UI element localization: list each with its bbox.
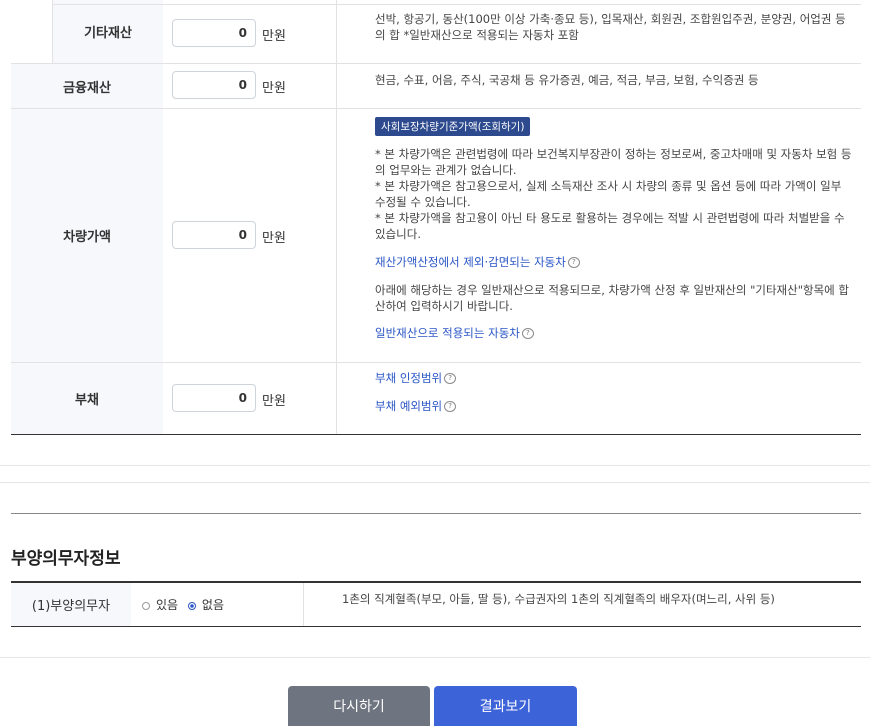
- dependent-label: (1)부양의무자: [11, 583, 131, 626]
- debt-scope-link[interactable]: 부채 인정범위 ?: [375, 370, 457, 386]
- vehicle-note-3: * 본 차량가액을 참고용이 아닌 타 용도로 활용하는 경우에는 적발 시 관…: [375, 211, 845, 241]
- section-divider: [0, 465, 870, 466]
- question-bubble-icon: ?: [444, 400, 457, 412]
- radio-icon: [142, 601, 150, 610]
- reset-button[interactable]: 다시하기: [288, 686, 430, 726]
- other-property-unit: 만원: [262, 29, 286, 44]
- dependent-radio-group: 있음 없음: [142, 596, 224, 613]
- vehicle-note-2: * 본 차량가액은 참고용으로서, 실제 소득재산 조사 시 차량의 종류 및 …: [375, 179, 842, 209]
- debt-unit: 만원: [262, 394, 286, 409]
- vehicle-price-lookup-button[interactable]: 사회보장차량기준가액(조회하기): [375, 117, 531, 136]
- vehicle-note-1: * 본 차량가액은 관련법령에 따라 보건복지부장관이 정하는 정보로써, 중고…: [375, 147, 852, 177]
- other-property-label: 기타재산: [53, 0, 163, 63]
- vehicle-unit: 만원: [262, 231, 286, 246]
- debt-label: 부채: [11, 363, 163, 434]
- dependent-section-title: 부양의무자정보: [11, 549, 121, 569]
- vehicle-general-note: 아래에 해당하는 경우 일반재산으로 적용되므로, 차량가액 산정 후 일반재산…: [375, 283, 849, 313]
- result-button[interactable]: 결과보기: [434, 686, 577, 726]
- excluded-vehicle-link-label: 재산가액산정에서 제외·감면되는 자동차: [375, 255, 566, 269]
- dependent-yes-option[interactable]: 있음: [142, 598, 182, 612]
- section-divider: [0, 657, 870, 658]
- financial-label: 금융재산: [11, 64, 163, 108]
- excluded-vehicle-link[interactable]: 재산가액산정에서 제외·감면되는 자동차 ?: [375, 254, 580, 270]
- debt-exclusion-link[interactable]: 부채 예외범위 ?: [375, 398, 457, 414]
- financial-desc: 현금, 수표, 어음, 주식, 국공채 등 유가증권, 예금, 적금, 부금, …: [375, 73, 759, 87]
- debt-exclusion-link-label: 부채 예외범위: [375, 399, 443, 413]
- other-property-desc: 선박, 항공기, 동산(100만 이상 가축·종묘 등), 입목재산, 회원권,…: [375, 12, 846, 42]
- dependent-desc: 1촌의 직계혈족(부모, 아들, 딸 등), 수급권자의 1촌의 직계혈족의 배…: [342, 592, 775, 606]
- section-divider: [0, 482, 870, 483]
- financial-unit: 만원: [262, 81, 286, 96]
- question-bubble-icon: ?: [444, 372, 457, 384]
- radio-selected-icon: [187, 601, 196, 610]
- dependent-no-option[interactable]: 없음: [187, 598, 224, 612]
- question-bubble-icon: ?: [567, 256, 580, 268]
- general-vehicle-link-label: 일반재산으로 적용되는 자동차: [375, 326, 520, 340]
- other-property-input[interactable]: [172, 19, 256, 47]
- debt-scope-link-label: 부채 인정범위: [375, 371, 443, 385]
- general-vehicle-link[interactable]: 일반재산으로 적용되는 자동차 ?: [375, 325, 534, 341]
- debt-input[interactable]: [172, 384, 256, 412]
- financial-input[interactable]: [172, 71, 256, 99]
- section-divider: [11, 513, 861, 514]
- question-bubble-icon: ?: [521, 327, 534, 339]
- vehicle-label: 차량가액: [11, 109, 163, 362]
- vehicle-input[interactable]: [172, 221, 256, 249]
